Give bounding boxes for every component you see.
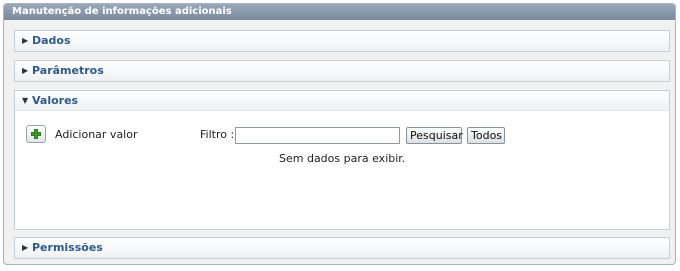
section-header-dados[interactable]: ▶ Dados — [15, 31, 669, 51]
triangle-right-icon: ▶ — [22, 243, 29, 252]
search-button[interactable]: Pesquisar — [406, 127, 463, 144]
plus-icon-vertical — [34, 129, 38, 139]
additional-info-panel: Manutenção de informações adicionais ▶ Da… — [3, 3, 676, 265]
section-header-parametros[interactable]: ▶ Parâmetros — [15, 61, 669, 81]
section-title-valores: Valores — [32, 94, 79, 107]
add-value-label[interactable]: Adicionar valor — [55, 128, 138, 141]
section-title-permissoes: Permissões — [32, 241, 103, 254]
section-dados: ▶ Dados — [14, 30, 670, 52]
section-header-permissoes[interactable]: ▶ Permissões — [15, 238, 669, 258]
triangle-down-icon: ▼ — [22, 96, 29, 105]
filter-input[interactable] — [235, 127, 400, 144]
section-title-dados: Dados — [32, 34, 71, 47]
triangle-right-icon: ▶ — [22, 66, 29, 75]
section-parametros: ▶ Parâmetros — [14, 60, 670, 82]
section-valores: ▼ Valores Adicionar valor Filtro : Pesqui… — [14, 90, 670, 230]
section-permissoes: ▶ Permissões — [14, 237, 670, 259]
add-value-button[interactable] — [26, 125, 46, 143]
filter-label: Filtro : — [200, 128, 235, 141]
panel-title: Manutenção de informações adicionais — [4, 4, 675, 20]
triangle-right-icon: ▶ — [22, 36, 29, 45]
section-header-valores[interactable]: ▼ Valores — [15, 91, 669, 111]
empty-message: Sem dados para exibir. — [279, 152, 406, 165]
section-title-parametros: Parâmetros — [32, 64, 104, 77]
show-all-button[interactable]: Todos — [467, 127, 505, 144]
